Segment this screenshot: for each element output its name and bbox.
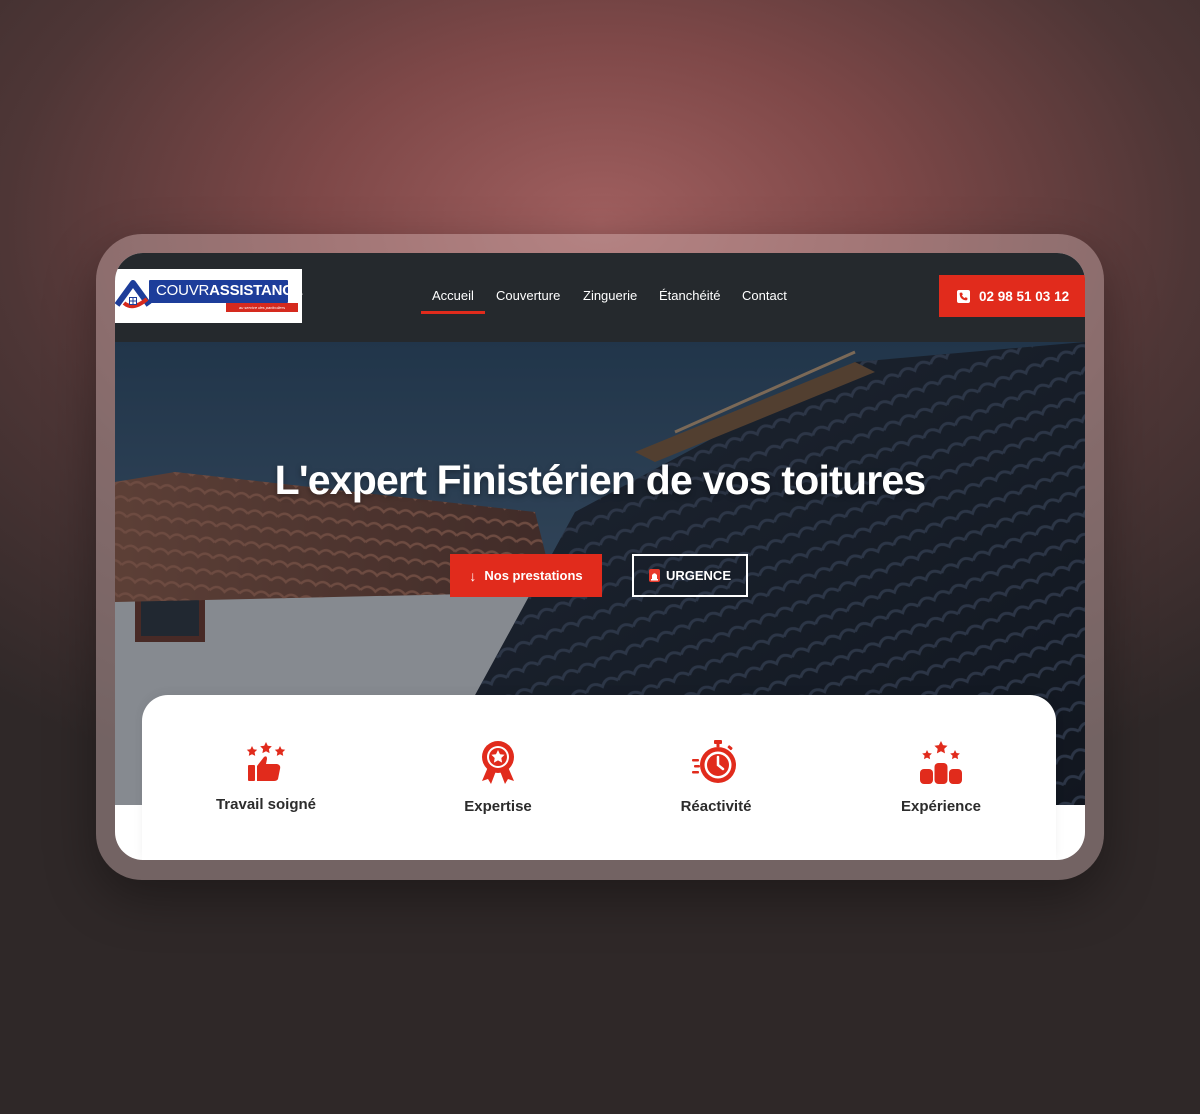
nav-item-zinguerie[interactable]: Zinguerie [583, 287, 637, 305]
emergency-button[interactable]: URGENCE [632, 554, 748, 597]
siren-icon [648, 569, 660, 582]
phone-number: 02 98 51 03 12 [979, 288, 1070, 304]
podium-stars-icon [920, 741, 962, 784]
award-badge-icon [482, 741, 514, 784]
thumbs-up-stars-icon [246, 742, 286, 781]
nav-item-couverture[interactable]: Couverture [496, 287, 560, 305]
nav-item-etancheite[interactable]: Étanchéité [659, 287, 720, 305]
feature-label: Réactivité [680, 798, 752, 815]
nav-item-accueil[interactable]: Accueil [432, 287, 474, 305]
website-screen: COUVRASSISTANCE au service des particuli… [115, 253, 1085, 860]
phone-button[interactable]: 02 98 51 03 12 [939, 275, 1085, 317]
feature-reactivite: Réactivité [616, 739, 816, 815]
navigation-bar: COUVRASSISTANCE au service des particuli… [115, 253, 1085, 342]
arrow-down-icon: ↓ [469, 567, 477, 584]
site-logo[interactable]: COUVRASSISTANCE au service des particuli… [115, 269, 303, 323]
services-button-label: Nos prestations [484, 568, 583, 583]
emergency-button-label: URGENCE [665, 568, 731, 583]
feature-label: Expertise [464, 798, 532, 815]
feature-label: Expérience [900, 798, 982, 815]
stopwatch-icon [692, 740, 736, 783]
hero-title: L'expert Finistérien de vos toitures [274, 457, 927, 503]
active-nav-indicator [421, 311, 485, 314]
feature-experience: Expérience [841, 739, 1041, 815]
feature-expertise: Expertise [398, 739, 598, 815]
phone-icon [957, 289, 970, 303]
nav-item-contact[interactable]: Contact [742, 287, 787, 305]
feature-label: Travail soigné [215, 796, 317, 813]
services-button[interactable]: ↓ Nos prestations [450, 554, 602, 597]
feature-travail-soigne: Travail soigné [166, 739, 366, 813]
logo-wordmark: COUVRASSISTANCE [156, 282, 303, 299]
features-panel: Travail soigné Expertise Réactivité Expé… [142, 695, 1056, 860]
logo-tagline: au service des particuliers [226, 303, 298, 312]
